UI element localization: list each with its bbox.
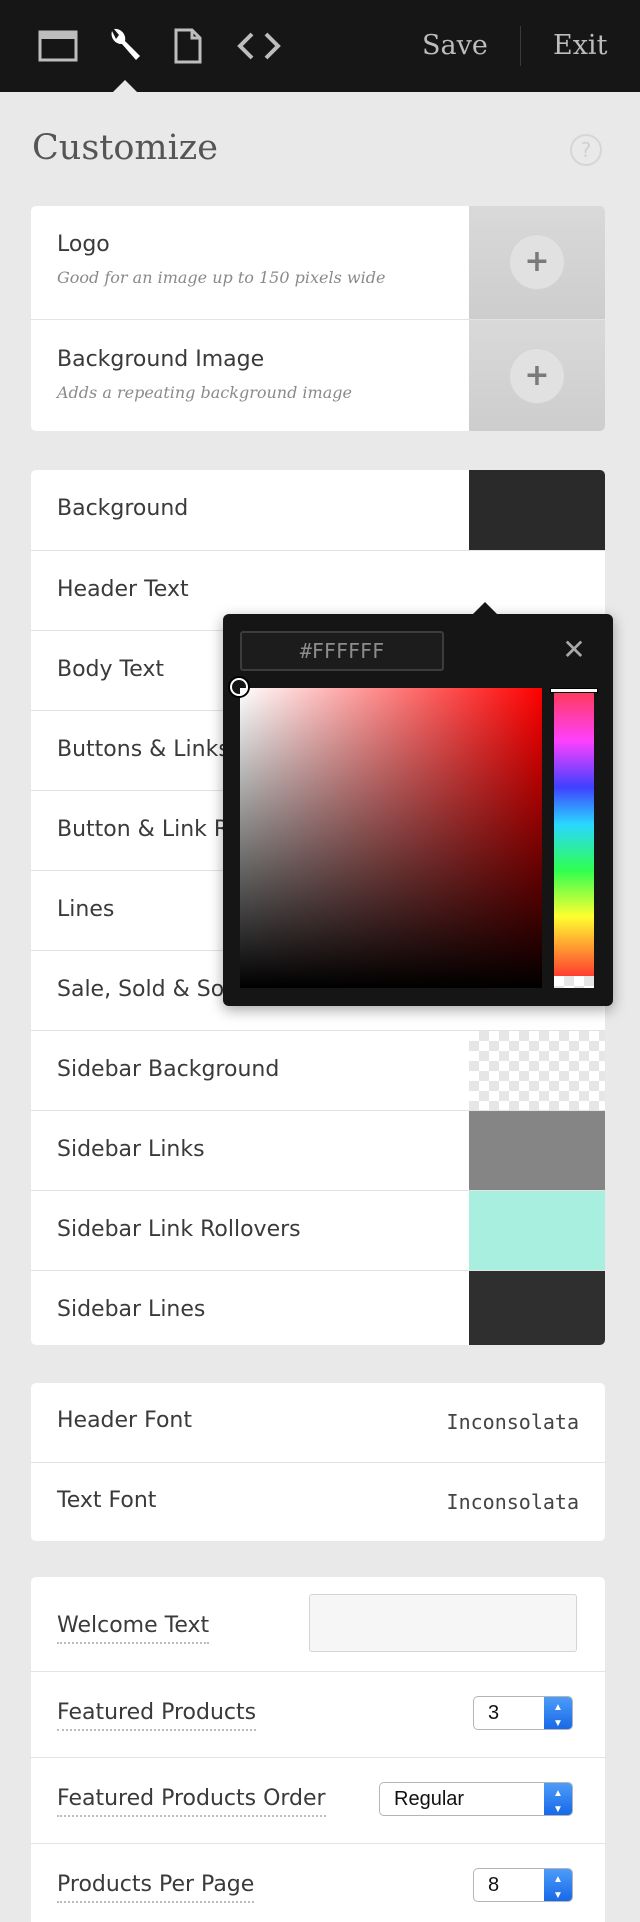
color-swatch[interactable] — [469, 1271, 605, 1345]
background-image-row: Background Image Adds a repeating backgr… — [31, 319, 605, 431]
saturation-value-field[interactable] — [240, 688, 542, 988]
exit-button[interactable]: Exit — [553, 26, 607, 66]
color-label: Body Text — [57, 657, 165, 682]
color-label: Header Text — [57, 577, 189, 602]
top-toolbar: Save Exit — [0, 0, 640, 92]
products-per-page-row: Products Per Page 8 ▲ ▼ — [31, 1843, 605, 1922]
products-per-page-value: 8 — [488, 1874, 500, 1896]
color-label: Sidebar Links — [57, 1137, 205, 1162]
color-row[interactable]: Sidebar Links — [31, 1110, 605, 1190]
font-row[interactable]: Header Font Inconsolata — [31, 1383, 605, 1462]
options-card: Welcome Text Featured Products 3 ▲ ▼ Feat… — [31, 1577, 605, 1922]
logo-description: Good for an image up to 150 pixels wide — [57, 268, 386, 287]
save-button[interactable]: Save — [422, 26, 488, 66]
transparent-swatch[interactable] — [469, 1031, 605, 1110]
transparent-option[interactable] — [554, 976, 594, 988]
plus-icon: + — [509, 234, 565, 290]
color-picker-popover: #FFFFFF ✕ — [223, 602, 613, 1006]
popover-caret — [473, 602, 497, 614]
color-label: Lines — [57, 897, 115, 922]
background-image-description: Adds a repeating background image — [57, 383, 352, 402]
text-font-label: Text Font — [57, 1488, 157, 1513]
toolbar-divider — [520, 26, 521, 66]
logo-upload-button[interactable]: + — [469, 206, 605, 319]
welcome-text-row: Welcome Text — [31, 1577, 605, 1671]
color-label: Sidebar Background — [57, 1057, 280, 1082]
text-font-value[interactable]: Inconsolata — [447, 1490, 579, 1514]
featured-products-row: Featured Products 3 ▲ ▼ — [31, 1671, 605, 1757]
color-label: Buttons & Links — [57, 737, 230, 762]
font-row[interactable]: Text Font Inconsolata — [31, 1462, 605, 1541]
select-arrows-icon: ▲ ▼ — [544, 1783, 572, 1815]
active-tab-caret — [113, 80, 137, 92]
hue-slider[interactable] — [554, 692, 594, 980]
featured-products-order-row: Featured Products Order Regular ▲ ▼ — [31, 1757, 605, 1843]
welcome-text-input[interactable] — [309, 1594, 577, 1652]
color-row[interactable]: Sidebar Lines — [31, 1270, 605, 1345]
plus-icon: + — [509, 348, 565, 404]
document-icon[interactable] — [170, 22, 206, 70]
color-label: Button & Link R — [57, 817, 230, 842]
header-font-value[interactable]: Inconsolata — [447, 1410, 579, 1434]
window-icon[interactable] — [36, 22, 80, 70]
color-row[interactable]: Sidebar Background — [31, 1030, 605, 1110]
color-row[interactable]: Background — [31, 470, 605, 550]
featured-products-order-value: Regular — [394, 1788, 465, 1810]
logo-label: Logo — [57, 232, 110, 257]
featured-products-select[interactable]: 3 ▲ ▼ — [473, 1696, 573, 1730]
code-icon[interactable] — [234, 22, 284, 70]
color-label: Sale, Sold & Soo — [57, 977, 238, 1002]
color-label: Sidebar Lines — [57, 1297, 206, 1322]
fonts-card: Header Font Inconsolata Text Font Incons… — [31, 1383, 605, 1541]
help-icon[interactable]: ? — [570, 134, 602, 166]
color-row[interactable]: Sidebar Link Rollovers — [31, 1190, 605, 1270]
products-per-page-select[interactable]: 8 ▲ ▼ — [473, 1868, 573, 1902]
featured-products-value: 3 — [488, 1702, 500, 1724]
background-image-upload-button[interactable]: + — [469, 320, 605, 431]
featured-products-label: Featured Products — [57, 1700, 257, 1731]
header-font-label: Header Font — [57, 1408, 192, 1433]
color-label: Background — [57, 496, 189, 521]
color-selector-handle[interactable] — [230, 678, 248, 696]
page-title: Customize — [32, 128, 218, 168]
color-swatch[interactable] — [469, 1111, 605, 1190]
featured-products-order-select[interactable]: Regular ▲ ▼ — [379, 1782, 573, 1816]
background-image-label: Background Image — [57, 347, 265, 372]
close-icon[interactable]: ✕ — [558, 634, 590, 666]
color-swatch[interactable] — [469, 470, 605, 550]
welcome-text-label: Welcome Text — [57, 1613, 210, 1644]
select-arrows-icon: ▲ ▼ — [544, 1697, 572, 1729]
select-arrows-icon: ▲ ▼ — [544, 1869, 572, 1901]
featured-products-order-label: Featured Products Order — [57, 1786, 326, 1817]
wrench-icon[interactable] — [104, 22, 144, 70]
color-swatch[interactable] — [469, 1191, 605, 1270]
hue-slider-handle[interactable] — [550, 688, 598, 693]
products-per-page-label: Products Per Page — [57, 1872, 255, 1903]
logo-row: Logo Good for an image up to 150 pixels … — [31, 206, 605, 319]
images-card: Logo Good for an image up to 150 pixels … — [31, 206, 605, 431]
hex-input[interactable]: #FFFFFF — [240, 631, 444, 671]
color-label: Sidebar Link Rollovers — [57, 1217, 301, 1242]
